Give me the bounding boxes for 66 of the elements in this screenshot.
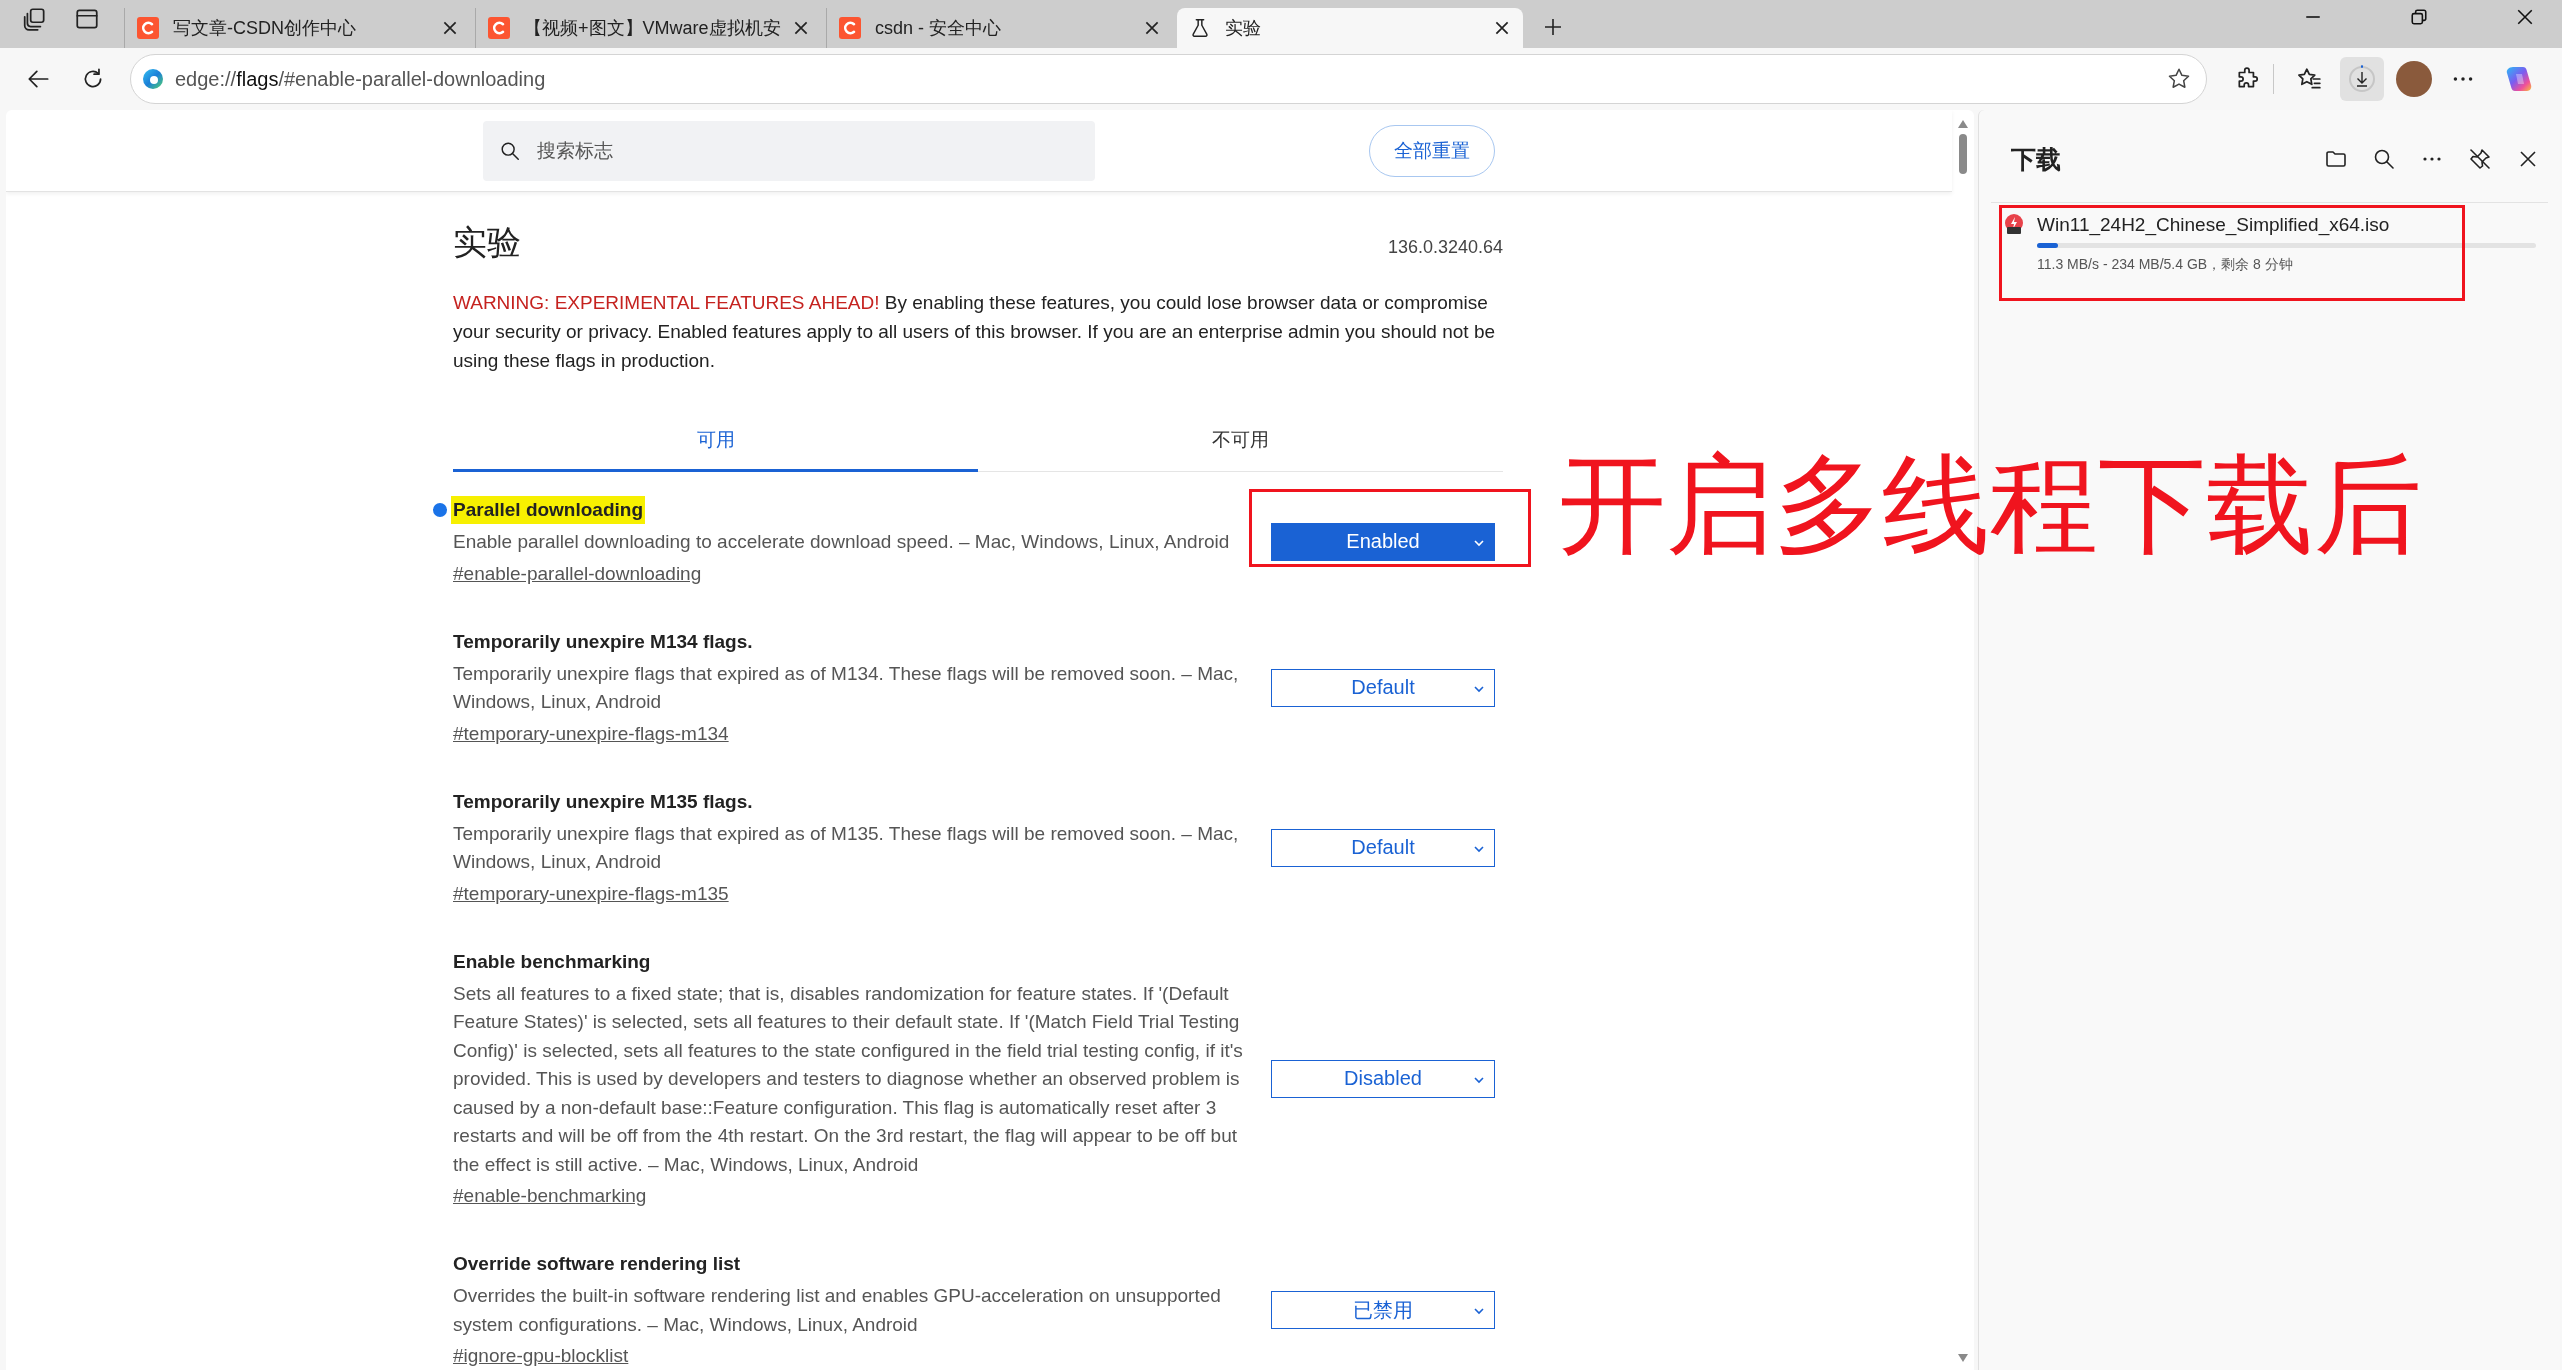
flag-link[interactable]: #temporary-unexpire-flags-m135 [453,882,729,904]
flag-dropdown[interactable]: Default [1271,668,1495,707]
vertical-tabs-icon[interactable] [74,6,100,32]
profile-avatar[interactable] [2396,61,2432,97]
version-text: 136.0.3240.64 [1387,237,1503,258]
address-bar[interactable]: edge://flags/#enable-parallel-downloading [130,54,2207,104]
flag-title: Temporarily unexpire M135 flags. [452,789,754,814]
scrollbar-thumb[interactable] [1959,134,1967,174]
flag-dropdown[interactable]: Disabled [1271,1059,1495,1098]
close-icon[interactable] [792,19,810,37]
restore-icon[interactable] [2410,8,2428,26]
page-title: 实验 [453,222,521,263]
tab-title: 【视频+图文】VMware虚拟机安 [524,17,782,40]
flag-dropdown[interactable]: Default [1271,828,1495,867]
flag-title: Override software rendering list [452,1252,742,1276]
downloads-button[interactable] [2340,57,2384,101]
search-icon [499,139,521,162]
tab-title: 写文章-CSDN创作中心 [173,17,357,40]
tab[interactable]: 可用 [453,419,978,472]
flag-title: Temporarily unexpire M134 flags. [452,629,754,654]
flag-link[interactable]: #enable-parallel-downloading [453,562,702,584]
flag-description: Sets all features to a fixed state; that is, disables randomization for feature states. If '(Default Feature States)' is selected, sets all features to their default state. If '(Match Field Trial Testing Config)' is selected, sets all features to the state configured in the field trial testing config, if it's provided. This is used by developers and testers to diagnose whether an observed problem is caused by a non-default base::Feature configuration. This flag is automatically reset after 3 restarts and will be off from the 4th restart. On the 3rd restart, the flag will appear to be off but the effect is still active. – Mac, Windows, Linux, Android [453,981,1244,1177]
browser-tab[interactable]: csdn - 安全中心 [826,8,1173,48]
copilot-icon[interactable] [2504,64,2534,94]
flag-description: Enable parallel downloading to accelerate download speed. – Mac, Windows, Linux, Android [453,530,1231,554]
browser-tab[interactable]: 实验 [1177,8,1523,48]
iso-file-icon [2003,213,2025,235]
close-icon[interactable] [441,19,459,37]
tab-title: 实验 [1225,17,1262,40]
browser-tab[interactable]: 写文章-CSDN创作中心 [124,8,471,48]
search-field[interactable]: 搜索标志 [483,120,1095,181]
flag-link[interactable]: #enable-benchmarking [453,1185,647,1206]
edge-logo-icon [141,67,165,91]
favicon-icon [839,17,861,39]
browser-tab[interactable]: 【视频+图文】VMware虚拟机安 [475,8,822,48]
favicon-icon [137,17,159,39]
download-status: 11.3 MB/s - 234 MB/5.4 GB，剩余 8 分钟 [2037,256,2294,274]
flag-link[interactable]: #temporary-unexpire-flags-m134 [453,722,729,744]
flag-title: Parallel downloading [451,496,646,524]
download-icon [2347,64,2377,94]
favicon-icon [488,17,510,39]
url-text: edge://flags/#enable-parallel-downloading [175,67,546,91]
flask-icon [1189,17,1211,39]
tab-title: csdn - 安全中心 [875,17,1003,40]
scroll-down-icon[interactable] [1956,1352,1970,1364]
warning-text: WARNING: EXPERIMENTAL FEATURES AHEAD! By enabling these features, you could lose browser data or compromise your security or privacy. Enabled features apply to all users of this browser. If you are an enterprise admin you should not be using these flags in production. [453,291,1497,373]
panel-title: 下载 [2011,143,2061,175]
unpin-icon[interactable] [2468,147,2492,171]
file-name[interactable]: Win11_24H2_Chinese_Simplified_x64.iso [2037,213,2536,237]
annotation-text: 开启多线程下载后 [1558,441,2422,569]
flag-description: Overrides the built-in software rendering list and enables GPU-acceleration on unsupported system configurations. – Mac, Windows, Linux, Android [453,1284,1222,1337]
flag-description: Temporarily unexpire flags that expired as of M135. These flags will be removed soon. – Mac, Windows, Linux, Android [453,821,1240,874]
flag-description: Temporarily unexpire flags that expired as of M134. These flags will be removed soon. – Mac, Windows, Linux, Android [453,661,1240,714]
flag-title: Enable benchmarking [452,949,652,974]
close-icon[interactable] [2516,8,2534,26]
flag-link[interactable]: #ignore-gpu-blocklist [453,1345,629,1366]
flag-dropdown[interactable]: Enabled [1271,522,1495,561]
close-icon[interactable] [1493,19,1511,37]
flag-dropdown[interactable]: 已禁用 [1271,1291,1495,1329]
reset-all-button[interactable]: 全部重置 [1369,124,1495,177]
scroll-up-icon[interactable] [1956,118,1970,130]
favorites-icon[interactable] [2296,66,2322,92]
workspaces-icon[interactable] [22,6,48,32]
close-icon[interactable] [1143,19,1161,37]
tab[interactable]: 不可用 [978,419,1503,472]
search-icon[interactable] [2372,147,2396,171]
